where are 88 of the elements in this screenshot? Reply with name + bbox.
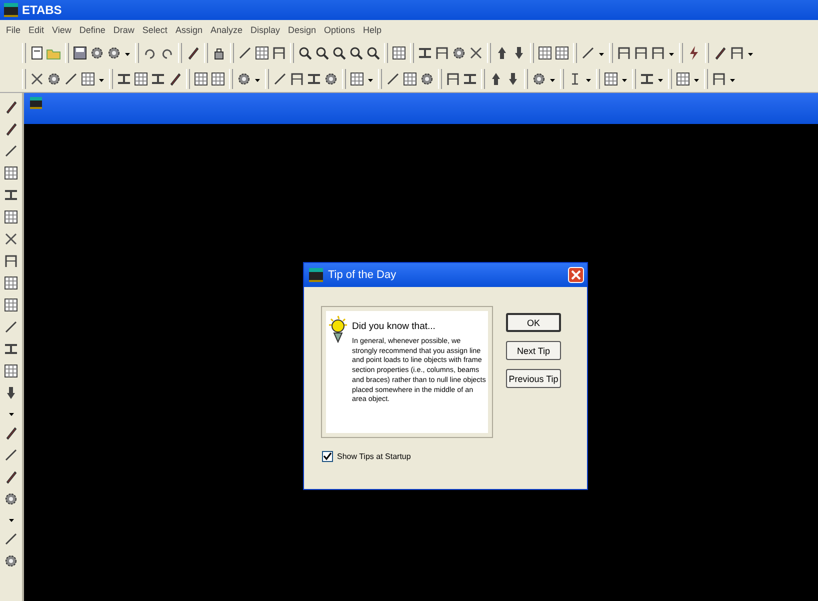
magnifier-icon[interactable] (297, 45, 313, 61)
magnifier-icon[interactable] (365, 45, 381, 61)
tip-heading: Did you know that... (352, 321, 436, 332)
gear-icon[interactable] (3, 491, 19, 507)
grid-icon[interactable] (210, 71, 226, 87)
grid-icon[interactable] (391, 45, 407, 61)
diagonal-line-icon[interactable] (3, 531, 19, 547)
beam-icon[interactable] (639, 71, 655, 87)
checkbox-label: Show Tips at Startup (337, 452, 411, 461)
diagonal-line-icon[interactable] (272, 71, 288, 87)
diagonal-line-icon[interactable] (63, 71, 79, 87)
grid-icon[interactable] (3, 209, 19, 225)
checkbox[interactable] (322, 451, 333, 462)
grid-icon[interactable] (554, 45, 570, 61)
app-icon (30, 97, 42, 109)
gear-icon[interactable] (46, 71, 62, 87)
menu-item[interactable]: Analyze (210, 25, 242, 35)
menu-item[interactable]: Select (142, 25, 168, 35)
light-bulb-icon (328, 315, 348, 343)
diagonal-line-icon[interactable] (385, 71, 401, 87)
menu-item[interactable]: Assign (175, 25, 202, 35)
frame-icon[interactable] (289, 71, 305, 87)
frame-icon[interactable] (445, 71, 461, 87)
grid-icon[interactable] (133, 71, 149, 87)
frame-icon[interactable] (633, 45, 649, 61)
cross-icon[interactable] (29, 71, 45, 87)
frame-icon[interactable] (434, 45, 450, 61)
magnifier-icon[interactable] (348, 45, 364, 61)
dialog-title: Tip of the Day (328, 269, 398, 281)
magnifier-icon[interactable] (331, 45, 347, 61)
grid-icon[interactable] (3, 297, 19, 313)
menu-item[interactable]: View (52, 25, 72, 35)
dialog-button[interactable]: Previous Tip (506, 369, 561, 388)
diagonal-line-icon[interactable] (3, 143, 19, 159)
cross-icon[interactable] (468, 45, 484, 61)
grid-icon[interactable] (537, 45, 553, 61)
grid-icon[interactable] (3, 165, 19, 181)
gear-icon[interactable] (89, 45, 105, 61)
grid-icon[interactable] (80, 71, 96, 87)
menu-item[interactable]: Help (363, 25, 382, 35)
diagonal-line-icon[interactable] (580, 45, 596, 61)
grid-icon[interactable] (349, 71, 365, 87)
beam-icon[interactable] (462, 71, 478, 87)
gear-icon[interactable] (451, 45, 467, 61)
beam-icon[interactable] (3, 341, 19, 357)
grid-icon[interactable] (603, 71, 619, 87)
grid-icon[interactable] (193, 71, 209, 87)
frame-icon[interactable] (3, 253, 19, 269)
gear-icon[interactable] (531, 71, 547, 87)
diagonal-line-icon[interactable] (3, 447, 19, 463)
grid-icon[interactable] (3, 275, 19, 291)
menu-item[interactable]: File (6, 25, 21, 35)
menu-item[interactable]: Draw (113, 25, 134, 35)
frame-icon[interactable] (729, 45, 745, 61)
gear-icon[interactable] (106, 45, 122, 61)
grid-icon[interactable] (3, 363, 19, 379)
frame-icon[interactable] (711, 71, 727, 87)
menu-item[interactable]: Define (79, 25, 106, 35)
dialog-button[interactable]: Next Tip (506, 341, 561, 360)
dialog-button[interactable]: OK (506, 313, 561, 332)
diagonal-line-icon[interactable] (3, 319, 19, 335)
beam-icon[interactable] (150, 71, 166, 87)
app-icon (309, 268, 323, 282)
frame-icon[interactable] (650, 45, 666, 61)
grid-icon[interactable] (402, 71, 418, 87)
gear-icon[interactable] (323, 71, 339, 87)
gear-icon[interactable] (3, 553, 19, 569)
window-title: ETABS (22, 3, 62, 17)
beam-icon[interactable] (3, 187, 19, 203)
magnifier-icon[interactable] (314, 45, 330, 61)
menu-item[interactable]: Display (250, 25, 280, 35)
grid-icon[interactable] (254, 45, 270, 61)
document-icon[interactable] (29, 45, 45, 61)
frame-icon[interactable] (271, 45, 287, 61)
cross-icon[interactable] (3, 231, 19, 247)
menu-item[interactable]: Edit (28, 25, 44, 35)
frame-icon[interactable] (616, 45, 632, 61)
gear-icon[interactable] (236, 71, 252, 87)
app-icon (4, 3, 18, 17)
menu-item[interactable]: Options (324, 25, 356, 35)
close-button[interactable] (568, 267, 584, 283)
diagonal-line-icon[interactable] (237, 45, 253, 61)
beam-icon[interactable] (417, 45, 433, 61)
beam-icon[interactable] (116, 71, 132, 87)
beam-icon[interactable] (306, 71, 322, 87)
gear-icon[interactable] (419, 71, 435, 87)
grid-icon[interactable] (675, 71, 691, 87)
menu-item[interactable]: Design (288, 25, 316, 35)
